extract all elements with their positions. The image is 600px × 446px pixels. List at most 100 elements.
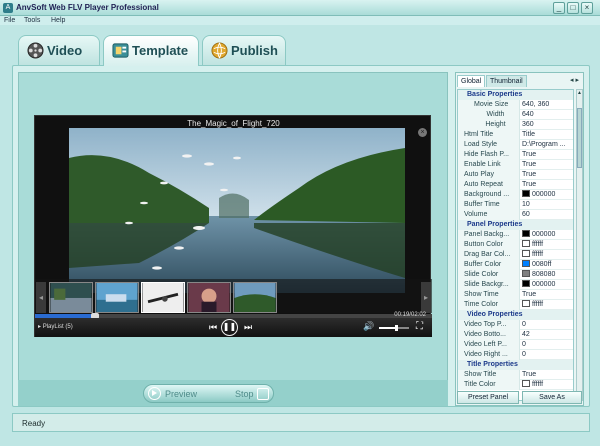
- menu-file[interactable]: File: [4, 16, 15, 25]
- volume-knob[interactable]: [394, 325, 398, 331]
- tab-thumbnail[interactable]: Thumbnail: [486, 75, 527, 87]
- color-swatch[interactable]: [522, 190, 530, 197]
- property-row[interactable]: Panel Backg... 000000: [458, 230, 573, 240]
- tab-scroll-arrows-icon[interactable]: ◂ ▸: [570, 76, 579, 84]
- property-value[interactable]: ffffff: [522, 250, 573, 260]
- property-row[interactable]: Buffer Time 10: [458, 200, 573, 210]
- color-swatch[interactable]: [522, 250, 530, 257]
- property-row[interactable]: Background ... 000000: [458, 190, 573, 200]
- property-value[interactable]: ffffff: [522, 240, 573, 250]
- color-swatch[interactable]: [522, 260, 530, 267]
- stop-button[interactable]: Stop: [235, 389, 254, 399]
- property-value[interactable]: True: [522, 370, 573, 380]
- property-value[interactable]: Title: [522, 130, 573, 140]
- property-row[interactable]: Slide Color 808080: [458, 270, 573, 280]
- property-row[interactable]: Button Color ffffff: [458, 240, 573, 250]
- property-row[interactable]: Auto Repeat True: [458, 180, 573, 190]
- property-row[interactable]: Slide Backgr... 000000: [458, 280, 573, 290]
- fullscreen-icon[interactable]: ⛶: [416, 321, 427, 332]
- property-value[interactable]: ffffff: [522, 300, 573, 310]
- property-row[interactable]: Video Botto... 42: [458, 330, 573, 340]
- stop-icon[interactable]: [257, 388, 269, 400]
- prev-track-icon[interactable]: ⏮: [208, 321, 218, 333]
- pause-icon[interactable]: ❚❚: [221, 319, 238, 336]
- video-frame[interactable]: [69, 128, 405, 293]
- playlist-thumbnail[interactable]: [187, 282, 231, 313]
- property-row[interactable]: Load Style D:\Program ...: [458, 140, 573, 150]
- property-value[interactable]: 0080ff: [522, 260, 573, 270]
- property-row[interactable]: Title Color ffffff: [458, 380, 573, 390]
- property-value[interactable]: 360: [522, 120, 573, 130]
- menu-tools[interactable]: Tools: [24, 16, 40, 25]
- playlist-thumbnail[interactable]: [49, 282, 93, 313]
- playlist-toggle[interactable]: ▸ PlayList (5): [38, 322, 73, 332]
- property-value[interactable]: True: [522, 290, 573, 300]
- color-swatch[interactable]: [522, 380, 530, 387]
- property-row[interactable]: Show Title True: [458, 370, 573, 380]
- menu-help[interactable]: Help: [51, 16, 65, 25]
- property-row[interactable]: Auto Play True: [458, 170, 573, 180]
- property-row[interactable]: Time Color ffffff: [458, 300, 573, 310]
- property-row[interactable]: ⊟Movie Size640, 360: [458, 100, 573, 110]
- playlist-left-arrow-icon[interactable]: ◂: [36, 282, 46, 313]
- speaker-icon[interactable]: 🔊: [363, 321, 374, 332]
- color-swatch[interactable]: [522, 230, 530, 237]
- property-row[interactable]: Hide Flash P... True: [458, 150, 573, 160]
- property-value[interactable]: 10: [522, 200, 573, 210]
- property-section[interactable]: ⊟Basic Properties: [458, 90, 573, 100]
- close-button[interactable]: ×: [581, 2, 593, 14]
- property-section[interactable]: ⊟Video Properties: [458, 310, 573, 320]
- property-value[interactable]: True: [522, 180, 573, 190]
- color-swatch[interactable]: [522, 300, 530, 307]
- property-value[interactable]: 60: [522, 210, 573, 220]
- property-row[interactable]: Buffer Color 0080ff: [458, 260, 573, 270]
- color-swatch[interactable]: [522, 280, 530, 287]
- preset-panel-button[interactable]: Preset Panel: [457, 391, 519, 404]
- scroll-thumb[interactable]: [577, 108, 582, 168]
- property-row[interactable]: Width 640: [458, 110, 573, 120]
- next-track-icon[interactable]: ⏭: [243, 321, 253, 333]
- playlist-thumbnail[interactable]: [233, 282, 277, 313]
- property-value[interactable]: 0: [522, 320, 573, 330]
- property-row[interactable]: Html Title Title: [458, 130, 573, 140]
- tab-publish[interactable]: Publish: [202, 35, 286, 65]
- property-value[interactable]: 000000: [522, 190, 573, 200]
- property-value[interactable]: 640, 360: [522, 100, 573, 110]
- property-value[interactable]: 0: [522, 340, 573, 350]
- tab-global[interactable]: Global: [457, 75, 486, 87]
- property-value[interactable]: True: [522, 150, 573, 160]
- property-value[interactable]: 000000: [522, 280, 573, 290]
- property-value[interactable]: True: [522, 170, 573, 180]
- property-value[interactable]: True: [522, 160, 573, 170]
- player-close-icon[interactable]: ×: [418, 128, 427, 137]
- property-section[interactable]: ⊟Title Properties: [458, 360, 573, 370]
- property-value[interactable]: D:\Program ...: [522, 140, 573, 150]
- color-swatch[interactable]: [522, 240, 530, 247]
- property-value[interactable]: 42: [522, 330, 573, 340]
- property-value[interactable]: 0: [522, 350, 573, 360]
- property-value[interactable]: 808080: [522, 270, 573, 280]
- property-value[interactable]: 000000: [522, 230, 573, 240]
- property-scrollbar[interactable]: ▲ ▼: [576, 89, 583, 401]
- property-value[interactable]: ffffff: [522, 380, 573, 390]
- playlist-thumbnail[interactable]: [141, 282, 185, 313]
- scroll-up-icon[interactable]: ▲: [577, 90, 582, 96]
- property-row[interactable]: Show Time True: [458, 290, 573, 300]
- color-swatch[interactable]: [522, 270, 530, 277]
- property-value[interactable]: 640: [522, 110, 573, 120]
- property-row[interactable]: Enable Link True: [458, 160, 573, 170]
- property-row[interactable]: Drag Bar Col... ffffff: [458, 250, 573, 260]
- tab-template[interactable]: Template: [103, 35, 199, 66]
- volume-slider[interactable]: [379, 325, 409, 331]
- property-section[interactable]: ⊟Panel Properties: [458, 220, 573, 230]
- save-as-button[interactable]: Save As: [522, 391, 582, 404]
- playlist-thumbnail[interactable]: [95, 282, 139, 313]
- tab-video[interactable]: Video: [18, 35, 100, 65]
- maximize-button[interactable]: □: [567, 2, 579, 14]
- property-row[interactable]: Video Top P... 0: [458, 320, 573, 330]
- property-row[interactable]: Video Left P... 0: [458, 340, 573, 350]
- preview-play-icon[interactable]: [148, 387, 161, 400]
- preview-button[interactable]: Preview: [165, 389, 197, 399]
- property-row[interactable]: Volume 60: [458, 210, 573, 220]
- property-row[interactable]: Video Right ... 0: [458, 350, 573, 360]
